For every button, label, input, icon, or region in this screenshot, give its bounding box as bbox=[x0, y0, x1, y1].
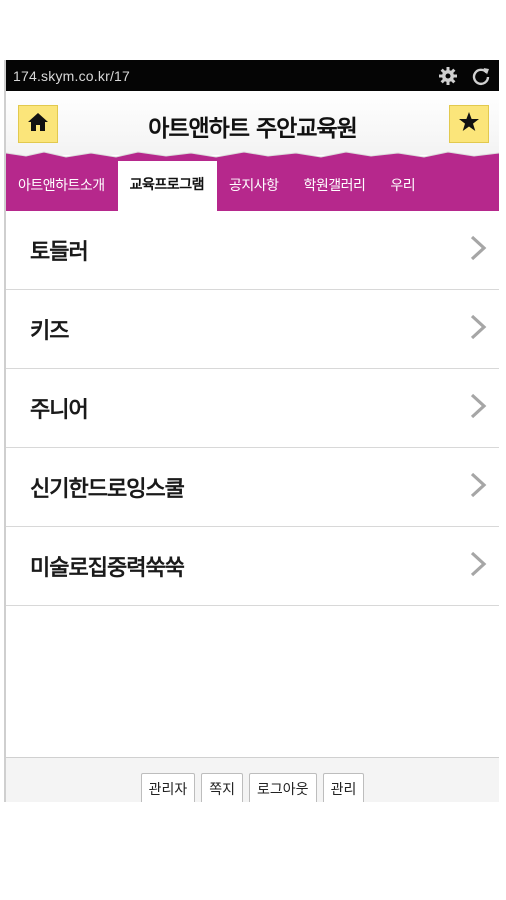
tab-more[interactable]: 우리 bbox=[378, 158, 428, 211]
list-item[interactable]: 토들러 bbox=[6, 211, 499, 290]
chevron-right-icon bbox=[469, 392, 487, 424]
list-item[interactable]: 미술로집중력쑥쑥 bbox=[6, 527, 499, 606]
list-item[interactable]: 키즈 bbox=[6, 290, 499, 369]
logout-button[interactable]: 로그아웃 bbox=[249, 773, 317, 802]
browser-status-bar: 174.skym.co.kr/17 bbox=[6, 60, 499, 91]
favorite-button[interactable] bbox=[449, 105, 489, 143]
list-item-label: 토들러 bbox=[30, 240, 89, 265]
tab-about[interactable]: 아트앤하트소개 bbox=[6, 158, 118, 211]
manage-button[interactable]: 관리 bbox=[322, 773, 365, 802]
chevron-right-icon bbox=[469, 471, 487, 503]
list-item-label: 주니어 bbox=[30, 398, 89, 423]
tab-gallery[interactable]: 학원갤러리 bbox=[291, 158, 378, 211]
url-text[interactable]: 174.skym.co.kr/17 bbox=[13, 68, 130, 84]
footer-toolbar: 관리자 쪽지 로그아웃 관리 bbox=[6, 757, 499, 802]
list-item[interactable]: 주니어 bbox=[6, 369, 499, 448]
list-item-label: 신기한드로잉스쿨 bbox=[30, 477, 185, 502]
category-tab-bar: 아트앤하트소개 교육프로그램 공지사항 학원갤러리 우리 bbox=[6, 157, 499, 211]
torn-paper-edge bbox=[6, 151, 499, 161]
refresh-icon[interactable] bbox=[471, 66, 491, 86]
tab-programs[interactable]: 교육프로그램 bbox=[117, 157, 217, 211]
chevron-right-icon bbox=[469, 313, 487, 345]
page-title: 아트앤하트 주안교육원 bbox=[148, 116, 358, 142]
list-item-label: 미술로집중력쑥쑥 bbox=[30, 556, 185, 581]
list-item-label: 키즈 bbox=[30, 319, 69, 344]
program-list: 토들러 키즈 주니어 신기한드로잉스쿨 미술로집중력쑥쑥 bbox=[6, 211, 499, 606]
star-icon bbox=[458, 111, 480, 137]
chevron-right-icon bbox=[469, 234, 487, 266]
tab-notices[interactable]: 공지사항 bbox=[217, 158, 292, 211]
app-header: 아트앤하트 주안교육원 bbox=[6, 91, 499, 161]
gear-icon[interactable] bbox=[438, 66, 458, 86]
messages-button[interactable]: 쪽지 bbox=[201, 773, 244, 802]
list-item[interactable]: 신기한드로잉스쿨 bbox=[6, 448, 499, 527]
mobile-browser-window: 174.skym.co.kr/17 아트앤하트 주안교육원 아트앤하트소개 교육… bbox=[4, 60, 499, 802]
admin-button[interactable]: 관리자 bbox=[140, 773, 196, 802]
chevron-right-icon bbox=[469, 550, 487, 582]
